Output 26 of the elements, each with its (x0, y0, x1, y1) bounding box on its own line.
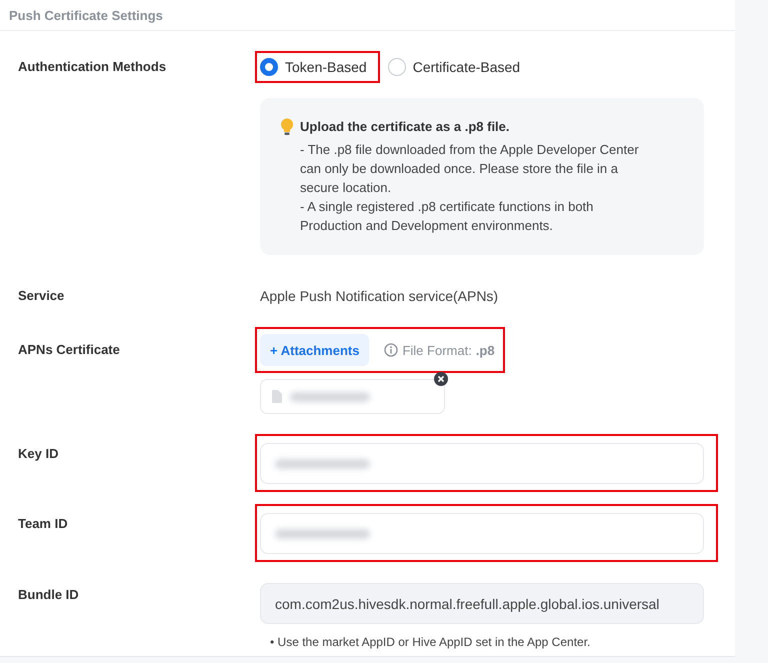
notice-text: - The .p8 file downloaded from the Apple Developer Center can only be downloaded once. Please store the file in a secure location. (300, 141, 640, 197)
input-field[interactable]: com.com2us.hivesdk.normal.freefull.apple.global.ios.universal (260, 583, 704, 624)
field-label: Service (18, 288, 64, 303)
field-label: Bundle ID (18, 587, 79, 602)
info-icon (384, 343, 398, 357)
file-icon (272, 390, 282, 403)
field-label: Key ID (18, 446, 58, 461)
lightbulb-icon (280, 118, 294, 136)
field-value: Apple Push Notification service(APNs) (260, 288, 498, 304)
input-field[interactable] (260, 443, 704, 484)
radio-option[interactable]: Token-Based (260, 58, 367, 76)
hint-text: • Use the market AppID or Hive AppID set in the App Center. (269, 634, 592, 651)
file-format-value: .p8 (476, 342, 495, 358)
attachments-button[interactable]: + Attachments (260, 334, 370, 366)
remove-icon[interactable] (434, 372, 448, 386)
input-field[interactable] (260, 513, 704, 554)
notice-text: - A single registered .p8 certificate functions in both Production and Development environments. (300, 198, 594, 235)
section-title: Push Certificate Settings (9, 8, 163, 22)
field-label: APNs Certificate (18, 342, 120, 357)
radio-button[interactable] (388, 58, 406, 76)
field-label: Authentication Methods (18, 59, 166, 74)
notice-title: Upload the certificate as a .p8 file. (300, 118, 511, 136)
file-format-label: File Format: (402, 342, 472, 358)
field-label: Team ID (18, 516, 68, 531)
radio-option[interactable]: Certificate-Based (388, 58, 520, 76)
radio-button[interactable] (260, 58, 278, 76)
